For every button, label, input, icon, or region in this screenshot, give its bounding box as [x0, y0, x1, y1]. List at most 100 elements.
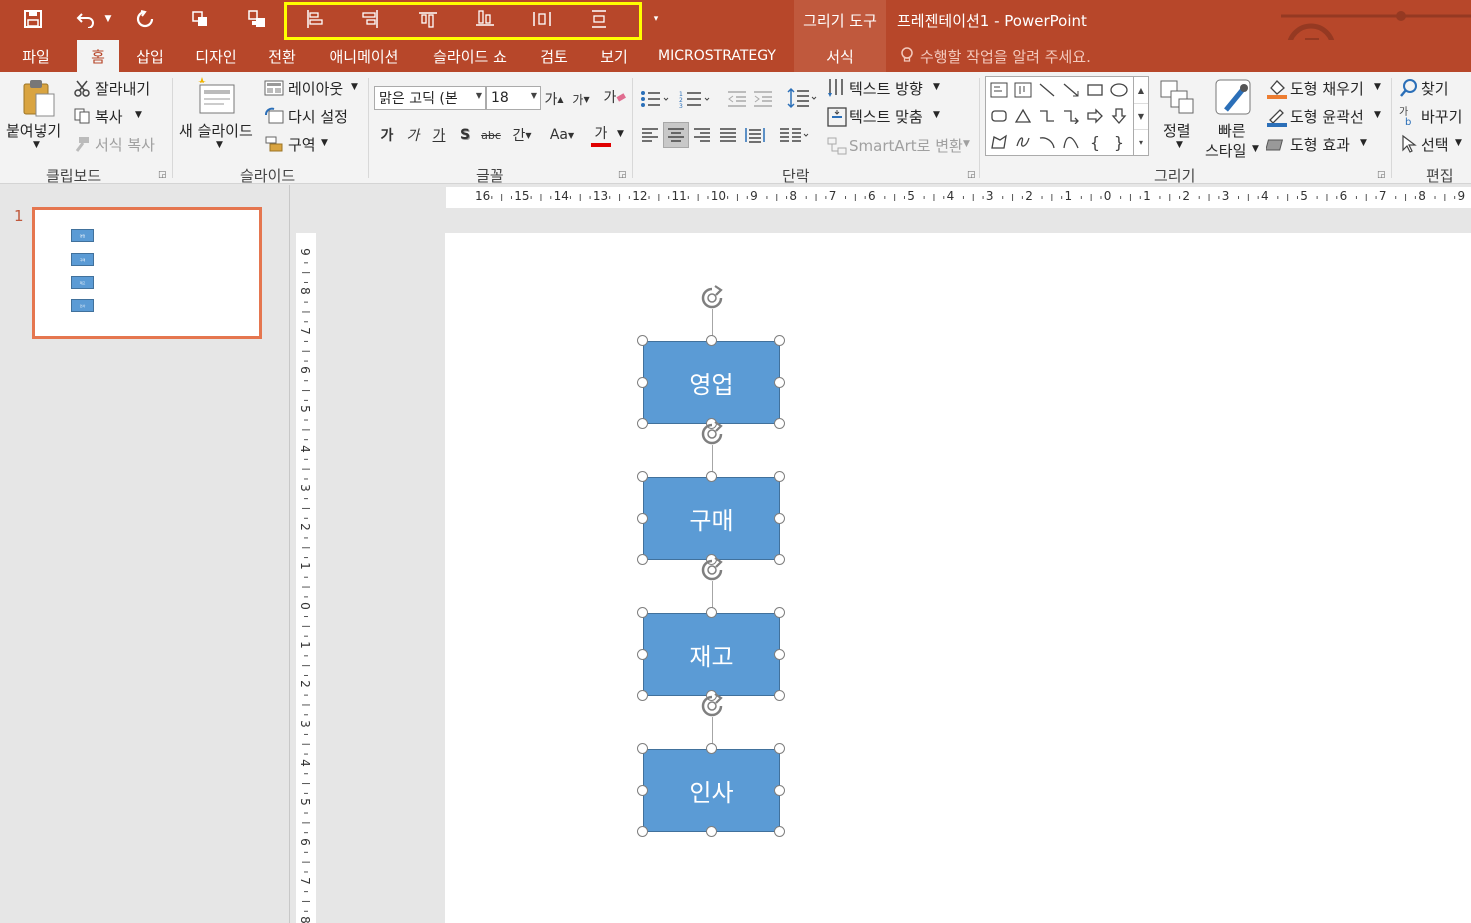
- resize-handle[interactable]: [774, 418, 785, 429]
- decrease-indent-icon[interactable]: [726, 89, 748, 109]
- justify-icon[interactable]: [719, 126, 737, 144]
- layout-dropdown-icon[interactable]: ▼: [351, 82, 358, 92]
- resize-handle[interactable]: [705, 471, 717, 482]
- resize-handle[interactable]: [637, 690, 648, 701]
- shape-arc-icon[interactable]: [1036, 131, 1058, 153]
- shape-right-arrow-icon[interactable]: [1084, 105, 1106, 127]
- tab-design[interactable]: 디자인: [184, 40, 248, 72]
- gallery-down-icon[interactable]: ▼: [1134, 103, 1148, 129]
- text-direction-button[interactable]: 텍스트 방향: [849, 78, 923, 99]
- grow-font-button[interactable]: 가 ▲: [543, 88, 565, 110]
- tab-animations[interactable]: 애니메이션: [316, 40, 412, 72]
- rotate-handle-icon[interactable]: [697, 557, 727, 583]
- resize-handle[interactable]: [774, 743, 785, 754]
- tab-microstrategy[interactable]: MICROSTRATEGY: [648, 40, 786, 72]
- slide-thumbnail[interactable]: 영업 구매 재고 인사: [32, 207, 262, 339]
- smartart-dropdown-icon[interactable]: ▼: [963, 139, 970, 149]
- columns-icon[interactable]: [779, 126, 811, 144]
- resize-handle[interactable]: [774, 607, 785, 618]
- resize-handle[interactable]: [774, 554, 785, 565]
- align-text-button[interactable]: 텍스트 맞춤: [849, 106, 923, 127]
- font-launcher-icon[interactable]: ◲: [618, 170, 627, 180]
- tab-home[interactable]: 홈: [77, 40, 119, 72]
- find-button[interactable]: 찾기: [1421, 78, 1449, 99]
- align-center-text-button[interactable]: [663, 122, 689, 148]
- resize-handle[interactable]: [637, 554, 648, 565]
- tab-file[interactable]: 파일: [10, 40, 62, 72]
- shape-curve-icon[interactable]: [1060, 131, 1082, 153]
- redo-icon[interactable]: [131, 6, 159, 32]
- format-painter-button[interactable]: 서식 복사: [95, 134, 155, 155]
- gallery-more-icon[interactable]: ▾: [1134, 129, 1148, 155]
- arrange-icon[interactable]: [1159, 79, 1195, 115]
- resize-handle[interactable]: [774, 648, 785, 660]
- new-slide-button[interactable]: 새 슬라이드: [179, 120, 253, 141]
- resize-handle[interactable]: [637, 743, 648, 754]
- resize-handle[interactable]: [774, 826, 785, 837]
- clipboard-launcher-icon[interactable]: ◲: [158, 170, 167, 180]
- shadow-button[interactable]: S: [455, 124, 475, 146]
- shape-triangle-icon[interactable]: [1012, 105, 1034, 127]
- font-name-combo[interactable]: 맑은 고딕 (본 ▼: [374, 86, 486, 110]
- font-name-dropdown-icon[interactable]: ▼: [476, 91, 482, 100]
- line-spacing-icon[interactable]: [787, 87, 819, 109]
- shape-box[interactable]: 인사: [643, 749, 780, 832]
- align-left-text-icon[interactable]: [641, 126, 659, 144]
- copy-button[interactable]: 복사: [95, 106, 123, 127]
- numbering-icon[interactable]: 123: [679, 89, 713, 109]
- shrink-font-button[interactable]: 가 ▼: [570, 88, 592, 110]
- shape-outline-button[interactable]: 도형 윤곽선: [1290, 106, 1364, 127]
- resize-handle[interactable]: [637, 418, 648, 429]
- replace-button[interactable]: 바꾸기: [1421, 106, 1462, 127]
- new-slide-icon[interactable]: [196, 77, 236, 117]
- align-text-dropdown-icon[interactable]: ▼: [933, 110, 940, 120]
- resize-handle[interactable]: [705, 826, 717, 837]
- quick-styles-dropdown-icon[interactable]: ▼: [1252, 144, 1259, 154]
- shape-box[interactable]: 재고: [643, 613, 780, 696]
- quick-styles-icon[interactable]: [1214, 78, 1254, 118]
- text-direction-dropdown-icon[interactable]: ▼: [933, 82, 940, 92]
- resize-handle[interactable]: [705, 607, 717, 618]
- shape-right-brace-icon[interactable]: }: [1108, 131, 1130, 153]
- undo-icon[interactable]: [72, 6, 100, 32]
- resize-handle[interactable]: [637, 648, 648, 660]
- tab-transitions[interactable]: 전환: [256, 40, 308, 72]
- italic-button[interactable]: 가: [403, 124, 423, 146]
- new-slide-dropdown-icon[interactable]: ▼: [216, 140, 223, 150]
- shape-box[interactable]: 영업: [643, 341, 780, 424]
- shape-fill-dropdown-icon[interactable]: ▼: [1374, 82, 1381, 92]
- shape-freeform-icon[interactable]: [988, 131, 1010, 153]
- increase-indent-icon[interactable]: [752, 89, 774, 109]
- shape-left-brace-icon[interactable]: {: [1084, 131, 1106, 153]
- select-dropdown-icon[interactable]: ▼: [1455, 138, 1462, 148]
- save-icon[interactable]: [19, 6, 47, 32]
- gallery-up-icon[interactable]: ▲: [1134, 77, 1148, 103]
- tell-me-box[interactable]: 수행할 작업을 알려 주세요.: [900, 40, 1091, 72]
- shape-arrow-line-icon[interactable]: [1060, 79, 1082, 101]
- strikethrough-button[interactable]: abc: [479, 124, 503, 146]
- resize-handle[interactable]: [774, 376, 785, 388]
- clear-formatting-button[interactable]: 가: [602, 84, 628, 110]
- tab-review[interactable]: 검토: [528, 40, 580, 72]
- change-case-button[interactable]: Aa ▼: [545, 124, 579, 146]
- rotate-handle-icon[interactable]: [697, 285, 727, 311]
- shape-oval-icon[interactable]: [1108, 79, 1130, 101]
- shapes-gallery-scroll[interactable]: ▲ ▼ ▾: [1133, 76, 1149, 156]
- resize-handle[interactable]: [637, 335, 648, 346]
- select-button[interactable]: 선택: [1421, 134, 1449, 155]
- paste-icon[interactable]: [18, 78, 58, 118]
- shape-rounded-rect-icon[interactable]: [988, 105, 1010, 127]
- underline-button[interactable]: 가: [429, 124, 449, 146]
- shape-scribble-icon[interactable]: [1012, 131, 1034, 153]
- shape-outline-dropdown-icon[interactable]: ▼: [1374, 110, 1381, 120]
- tab-insert[interactable]: 삽입: [124, 40, 176, 72]
- resize-handle[interactable]: [774, 784, 785, 796]
- copy-dropdown-icon[interactable]: ▼: [135, 110, 142, 120]
- shape-rectangle-icon[interactable]: [1084, 79, 1106, 101]
- shape-line-icon[interactable]: [1036, 79, 1058, 101]
- shape-elbow-connector-icon[interactable]: [1036, 105, 1058, 127]
- convert-smartart-button[interactable]: SmartArt로 변환: [849, 135, 963, 156]
- undo-dropdown-icon[interactable]: ▼: [103, 8, 113, 30]
- layout-button[interactable]: 레이아웃: [288, 78, 343, 99]
- resize-handle[interactable]: [774, 471, 785, 482]
